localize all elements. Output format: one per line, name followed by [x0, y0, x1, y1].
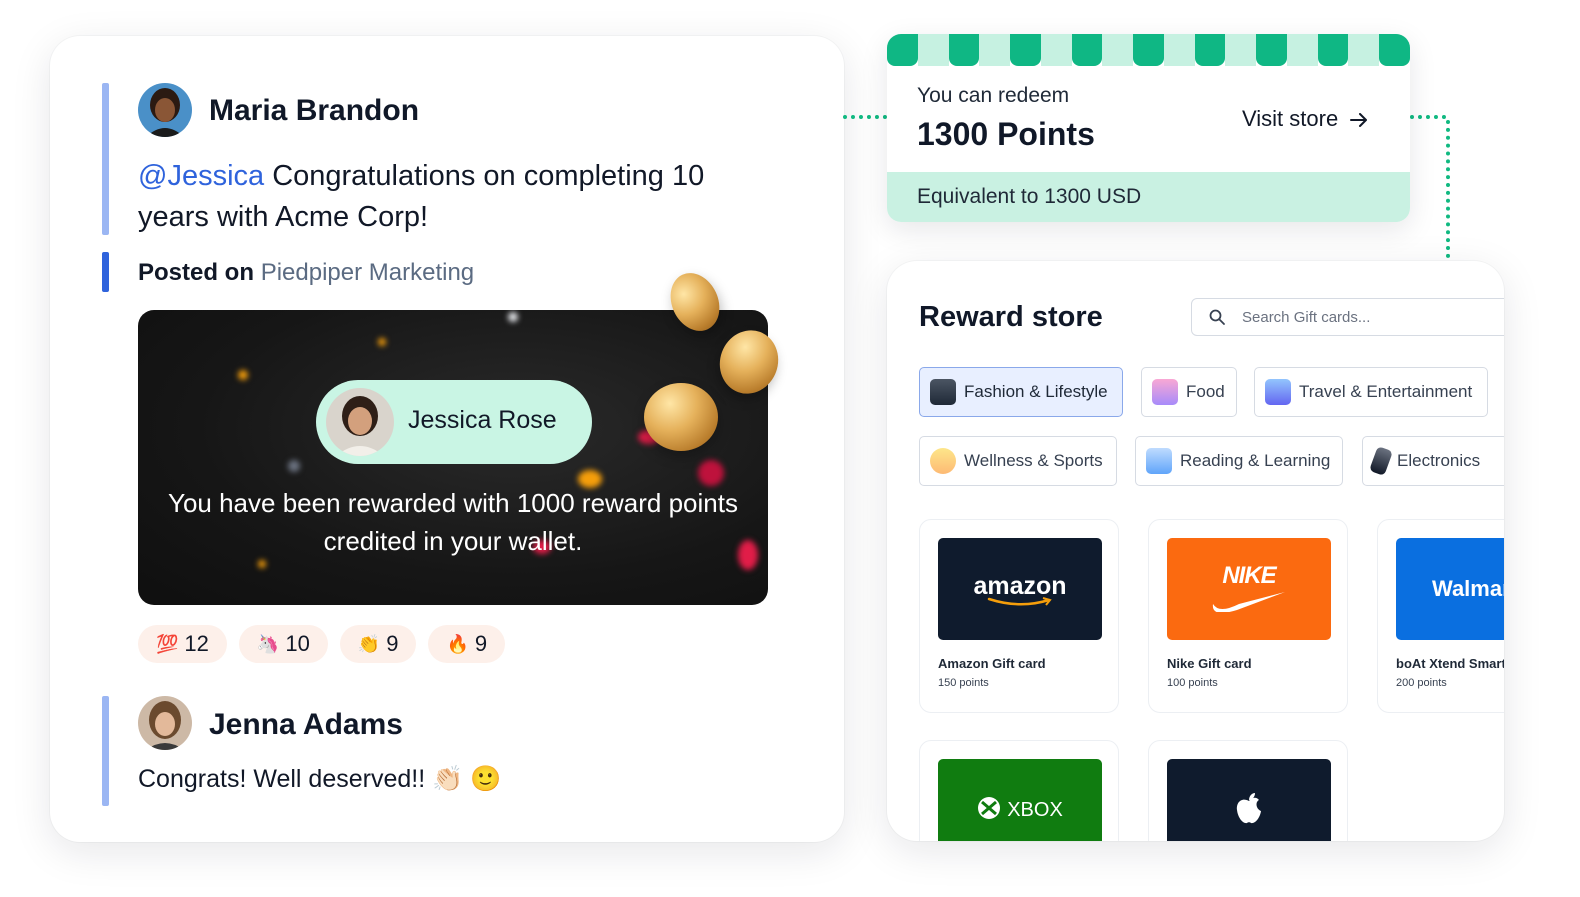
reaction-hundred[interactable]: 💯 12 [138, 625, 227, 663]
gift-card-nike[interactable]: NIKE Nike Gift card 100 points [1148, 519, 1348, 713]
search-icon [1208, 308, 1226, 326]
post-author-name[interactable]: Maria Brandon [209, 94, 419, 128]
recipient-name: Jessica Rose [408, 406, 557, 434]
category-label: Food [1186, 382, 1225, 401]
connector-dots [1410, 115, 1446, 119]
reward-store-card: Reward store Search Gift cards... Fashio… [887, 261, 1504, 841]
post-message: @Jessica Congratulations on completing 1… [138, 156, 758, 238]
brand-text: amazon [973, 571, 1067, 600]
confetti [378, 338, 386, 346]
equivalent-text: Equivalent to 1300 USD [917, 185, 1142, 208]
recipient-pill[interactable]: Jessica Rose [316, 380, 592, 464]
hundred-points-icon: 💯 [156, 633, 179, 654]
gift-card-apple[interactable] [1148, 740, 1348, 841]
store-title: Reward store [919, 301, 1103, 333]
brand-text: Walmart [1432, 576, 1504, 601]
search-input[interactable]: Search Gift cards... [1191, 298, 1504, 336]
posted-on-label: Posted on [138, 259, 255, 286]
visit-store-label: Visit store [1242, 106, 1339, 131]
search-placeholder: Search Gift cards... [1242, 309, 1371, 326]
nike-logo: NIKE [1167, 538, 1331, 640]
reply-accent-bar [102, 696, 109, 806]
gift-card-walmart[interactable]: Walmart boAt Xtend Smart 200 points [1377, 519, 1504, 713]
posted-on-accent-bar [102, 252, 109, 292]
clapping-hands-icon: 👏 [357, 633, 381, 654]
redeem-points: 1300 Points [917, 116, 1095, 152]
connector-dots [843, 115, 887, 119]
category-electronics[interactable]: Electronics [1362, 436, 1504, 486]
gift-card-name: boAt Xtend Smart [1396, 656, 1504, 671]
author-avatar[interactable] [138, 83, 192, 137]
reactions: 💯 12 🦄 10 👏 9 🔥 9 [138, 625, 506, 663]
category-fashion-lifestyle[interactable]: Fashion & Lifestyle [919, 367, 1123, 417]
recipient-avatar [326, 388, 394, 456]
category-label: Electronics [1397, 451, 1481, 470]
category-food[interactable]: Food [1141, 367, 1237, 417]
category-label: Reading & Learning [1180, 451, 1331, 470]
feed-card: Maria Brandon @Jessica Congratulations o… [50, 36, 844, 842]
gift-card-points: 200 points [1396, 677, 1447, 689]
wellness-icon [930, 448, 956, 474]
walmart-logo: Walmart [1396, 538, 1504, 640]
reaction-count: 9 [474, 631, 488, 656]
category-reading-learning[interactable]: Reading & Learning [1135, 436, 1343, 486]
book-icon [1146, 448, 1172, 474]
category-label: Wellness & Sports [964, 451, 1103, 470]
posted-on: Posted on Piedpiper Marketing [138, 259, 474, 287]
coin-icon [644, 383, 718, 451]
reaction-clap[interactable]: 👏 9 [339, 625, 417, 663]
gift-card-name: Amazon Gift card [938, 656, 1046, 671]
amazon-logo: amazon [938, 538, 1102, 640]
xbox-icon [977, 796, 1001, 825]
visit-store-link[interactable]: Visit store [1242, 106, 1368, 133]
gift-card-xbox[interactable]: XBOX [919, 740, 1119, 841]
confetti [288, 460, 300, 472]
reaction-fire[interactable]: 🔥 9 [428, 625, 506, 663]
reaction-count: 10 [285, 631, 310, 656]
reaction-count: 9 [386, 631, 399, 656]
gift-card-amazon[interactable]: amazon Amazon Gift card 150 points [919, 519, 1119, 713]
confetti [258, 560, 266, 568]
jacket-icon [930, 379, 956, 405]
fire-icon: 🔥 [446, 633, 469, 654]
phone-icon [1369, 446, 1393, 476]
unicorn-icon: 🦄 [256, 633, 280, 654]
reaction-unicorn[interactable]: 🦄 10 [238, 625, 328, 663]
category-label: Fashion & Lifestyle [964, 382, 1108, 401]
suitcase-icon [1265, 379, 1291, 405]
team-link[interactable]: Piedpiper Marketing [261, 259, 474, 286]
food-icon [1152, 379, 1178, 405]
apple-icon [1234, 791, 1264, 830]
awning-decoration [887, 34, 1410, 66]
confetti [508, 312, 518, 322]
gift-card-points: 150 points [938, 677, 989, 689]
category-travel-entertainment[interactable]: Travel & Entertainment [1254, 367, 1488, 417]
confetti [698, 460, 724, 486]
gift-card-points: 100 points [1167, 677, 1218, 689]
apple-logo [1167, 759, 1331, 841]
connector-dots [1446, 120, 1450, 258]
category-wellness-sports[interactable]: Wellness & Sports [919, 436, 1117, 486]
reply-author-avatar[interactable] [138, 696, 192, 750]
confetti [238, 370, 248, 380]
brand-text: XBOX [1007, 798, 1063, 821]
reward-banner: Jessica Rose You have been rewarded with… [138, 310, 768, 605]
redeem-label: You can redeem [917, 84, 1070, 107]
post-accent-bar [102, 83, 109, 235]
gift-card-name: Nike Gift card [1167, 656, 1252, 671]
category-label: Travel & Entertainment [1299, 382, 1473, 401]
xbox-logo: XBOX [938, 759, 1102, 841]
mention-link[interactable]: @Jessica [138, 160, 264, 192]
reward-message: You have been rewarded with 1000 reward … [168, 488, 738, 556]
brand-text: NIKE [1222, 561, 1276, 589]
arrow-right-icon [1350, 107, 1368, 133]
reaction-count: 12 [184, 631, 209, 656]
reply-author-name[interactable]: Jenna Adams [209, 708, 403, 742]
equivalent-bar: Equivalent to 1300 USD [887, 172, 1410, 222]
redeem-card: You can redeem 1300 Points Visit store E… [887, 34, 1410, 222]
reply-message: Congrats! Well deserved!! 👏🏻 🙂 [138, 765, 502, 793]
